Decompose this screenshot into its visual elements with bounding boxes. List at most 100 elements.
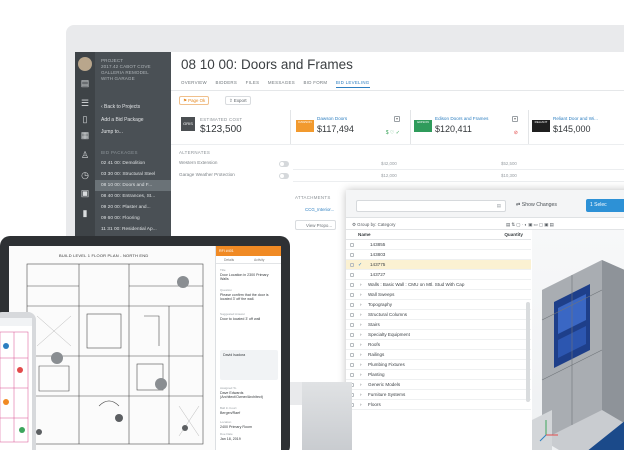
tab-bid-form[interactable]: BID FORM: [303, 80, 327, 85]
back-to-projects-link[interactable]: ‹ Back to Projects: [101, 104, 140, 110]
chevron-right-icon[interactable]: ›: [360, 310, 362, 320]
floor-plan-drawing[interactable]: BUILD LEVEL 1 FLOOR PLAN - NORTH END: [9, 246, 215, 450]
row-checkbox[interactable]: [350, 243, 354, 247]
tree-row[interactable]: › Planting: [346, 370, 531, 380]
sidebar-package[interactable]: 02 41 00: Demolition: [95, 158, 171, 169]
chevron-right-icon[interactable]: ›: [360, 370, 362, 380]
sidebar-package-active[interactable]: 08 10 00: Doors and F...: [95, 180, 171, 191]
laptop-stand: [302, 382, 352, 450]
tree-row[interactable]: › Structural Columns: [346, 310, 531, 320]
bidder-name[interactable]: Edison Doors and Frames: [435, 116, 488, 121]
bidder-card[interactable]: EDISON Edison Doors and Frames $120,411 …: [411, 110, 529, 144]
row-checkbox[interactable]: [350, 283, 354, 287]
chevron-right-icon[interactable]: ›: [360, 350, 362, 360]
bim-search-input[interactable]: ▤: [356, 200, 506, 212]
chevron-right-icon[interactable]: ›: [360, 320, 362, 330]
tree-row[interactable]: › Roofs: [346, 340, 531, 350]
tab-overview[interactable]: OVERVIEW: [181, 80, 207, 85]
jump-to-link[interactable]: Jump to...: [101, 129, 123, 135]
row-checkbox[interactable]: [350, 273, 354, 277]
chart-icon[interactable]: ▮: [80, 208, 90, 218]
tab-files[interactable]: FILES: [246, 80, 260, 85]
tree-row-label: Floors: [368, 402, 381, 407]
chevron-right-icon[interactable]: ›: [360, 330, 362, 340]
chevron-right-icon[interactable]: ›: [360, 280, 362, 290]
tree-row[interactable]: › Specialty Equipment: [346, 330, 531, 340]
selection-button[interactable]: 1 Selec: [586, 199, 624, 212]
tree-row[interactable]: › Railings: [346, 350, 531, 360]
bidder-name[interactable]: Dawson Doors: [317, 116, 347, 121]
menu-icon[interactable]: ☰: [80, 98, 90, 108]
sidebar-package[interactable]: 03 30 00: Structural Steel: [95, 169, 171, 180]
bidder-card[interactable]: RELIANT Reliant Door and Wi... $145,000: [529, 110, 624, 144]
chevron-right-icon[interactable]: ›: [360, 300, 362, 310]
bidder-name[interactable]: Reliant Door and Wi...: [553, 116, 598, 121]
tree-row[interactable]: ✓ 143775: [346, 260, 531, 270]
show-changes-toggle[interactable]: ⇄ Show Changes: [516, 202, 557, 208]
clock-icon[interactable]: ◷: [80, 170, 90, 180]
tab-bidders[interactable]: BIDDERS: [216, 80, 238, 85]
tree-row-label: Specialty Equipment: [368, 332, 410, 337]
chevron-right-icon[interactable]: ›: [360, 400, 362, 410]
check-icon: ✓: [358, 262, 363, 268]
row-checkbox[interactable]: [350, 373, 354, 377]
bidder-menu-icon[interactable]: ▾: [394, 116, 400, 122]
tree-row[interactable]: › Plumbing Fixtures: [346, 360, 531, 370]
export-button[interactable]: ⇪ Export: [225, 96, 251, 105]
tab-details[interactable]: Details: [224, 256, 234, 264]
sidebar-package[interactable]: 09 60 00: Flooring: [95, 213, 171, 224]
chevron-right-icon[interactable]: ›: [360, 360, 362, 370]
rfi-tabs: Details Activity: [216, 256, 281, 264]
document-icon[interactable]: ▯: [80, 114, 90, 124]
bidder-menu-icon[interactable]: ▾: [512, 116, 518, 122]
row-checkbox[interactable]: [350, 363, 354, 367]
row-checkbox[interactable]: [350, 343, 354, 347]
group-by-select[interactable]: Group by: Category: [357, 222, 395, 227]
row-checkbox[interactable]: [350, 253, 354, 257]
sidebar-package[interactable]: 11 31 00: Residential Ap...: [95, 224, 171, 235]
avatar[interactable]: [78, 57, 92, 71]
estimated-cost-card: GRIS ESTIMATED COST $123,500: [175, 110, 291, 144]
filter-icon[interactable]: ▤: [497, 201, 501, 211]
row-checkbox[interactable]: [350, 313, 354, 317]
file-icon[interactable]: ▣: [80, 188, 90, 198]
tree-row[interactable]: › Topography: [346, 300, 531, 310]
chevron-right-icon[interactable]: ›: [360, 390, 362, 400]
calendar-icon[interactable]: ▦: [80, 130, 90, 140]
tab-bid-leveling[interactable]: BID LEVELING: [335, 80, 370, 88]
sidebar-package[interactable]: 09 20 00: Plaster and...: [95, 202, 171, 213]
view-proposal-button[interactable]: View Propo...: [295, 220, 337, 230]
tree-row[interactable]: › Generic Models: [346, 380, 531, 390]
people-icon[interactable]: ♙: [80, 150, 90, 160]
tab-messages[interactable]: MESSAGES: [268, 80, 295, 85]
tree-row[interactable]: › Floors: [346, 400, 531, 410]
toolbar-icons[interactable]: ▤ ⇅ ▢ · ◐ ▣ ▭ ▢ ▣ ▤: [506, 219, 554, 230]
bidder-card[interactable]: DAWSON Dawson Doors $117,494 ▾ $ ♡ ✓: [293, 110, 411, 144]
row-checkbox[interactable]: [350, 323, 354, 327]
chevron-right-icon[interactable]: ›: [360, 340, 362, 350]
row-checkbox[interactable]: [350, 293, 354, 297]
tree-row[interactable]: › Furniture Systems: [346, 390, 531, 400]
attachment-link[interactable]: CCG_Interior...: [295, 205, 334, 215]
tree-row[interactable]: › Wall Sweeps: [346, 290, 531, 300]
page-ok-button[interactable]: ⚑ Page Ok: [179, 96, 210, 105]
tree-row[interactable]: › Stairs: [346, 320, 531, 330]
tab-activity[interactable]: Activity: [254, 256, 264, 264]
tree-row[interactable]: 143727: [346, 270, 531, 280]
building-icon[interactable]: ▤: [80, 78, 90, 88]
row-checkbox[interactable]: [350, 263, 354, 267]
sidebar-package[interactable]: 08 40 00: Entrances, St...: [95, 191, 171, 202]
tree-scrollbar[interactable]: [526, 302, 530, 402]
alternate-toggle[interactable]: [279, 173, 289, 179]
tree-row[interactable]: › Walls : Basic Wall : CMU on Mtl. Stud W…: [346, 280, 531, 290]
row-checkbox[interactable]: [350, 353, 354, 357]
tree-row[interactable]: 143803: [346, 250, 531, 260]
bim-header: ▤ ⇄ Show Changes 1 Selec: [346, 190, 624, 218]
add-bid-package-link[interactable]: Add a Bid Package: [101, 117, 144, 123]
alternate-toggle[interactable]: [279, 161, 289, 167]
row-checkbox[interactable]: [350, 333, 354, 337]
row-checkbox[interactable]: [350, 303, 354, 307]
chevron-right-icon[interactable]: ›: [360, 290, 362, 300]
chevron-right-icon[interactable]: ›: [360, 380, 362, 390]
tree-row[interactable]: 143855: [346, 240, 531, 250]
